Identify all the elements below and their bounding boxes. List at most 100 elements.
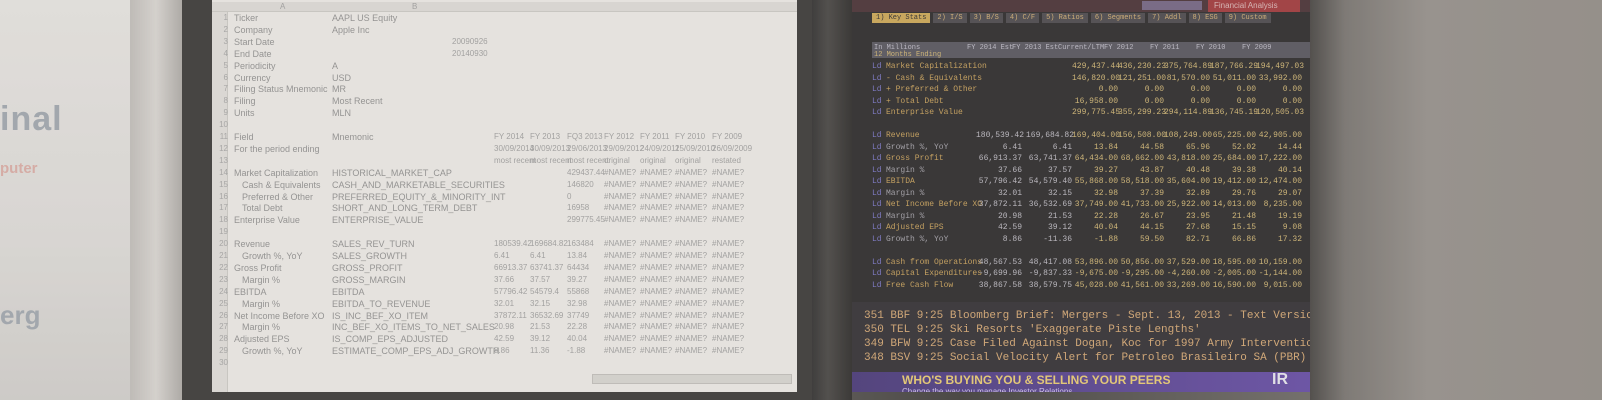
spreadsheet-row: 25 Margin % EBITDA_TO_REVENUE 32.01 32.15 32.…: [212, 299, 797, 309]
row-number: 16: [219, 191, 228, 201]
value-cell: 32.98: [567, 298, 588, 308]
spreadsheet-row: 2 Company Apple Inc: [212, 25, 797, 35]
row-value: 0.00: [1144, 85, 1164, 94]
row-value: 9.08: [1282, 223, 1302, 232]
field-label: Margin %: [242, 298, 281, 309]
row-prefix: Ld: [872, 257, 882, 267]
row-value: 169,684.82: [1026, 131, 1075, 140]
row-value: 40.48: [1185, 165, 1210, 175]
value-cell: -1.88: [567, 346, 586, 356]
row-number: 25: [219, 298, 228, 308]
row-value: 35,604.00: [1166, 177, 1210, 186]
value-cell: 54579.4: [530, 286, 559, 296]
value-cell: #NAME?: [640, 167, 673, 177]
tab-item: 4) C/F: [1005, 13, 1040, 23]
field-label: Margin %: [242, 322, 281, 333]
field-label: Gross Profit: [234, 262, 282, 273]
row-value: 40.14: [1277, 165, 1302, 175]
value-cell: #NAME?: [675, 322, 708, 332]
spreadsheet-row: 30: [212, 358, 797, 368]
mnemonic-cell: SHORT_AND_LONG_TERM_DEBT: [332, 203, 478, 214]
office-wall-signage: inal puter erg: [0, 0, 185, 400]
value-cell: #NAME?: [604, 274, 637, 284]
value-cell: FY 2013: [530, 132, 561, 141]
row-label: Capital Expenditures: [886, 269, 983, 278]
value-cell: #NAME?: [675, 346, 708, 356]
financial-row: Ld Gross Profit 66,913.37 63,741.37 64,434.0…: [872, 154, 1310, 163]
value-cell: #NAME?: [640, 203, 673, 213]
tab-item: 9) Custom: [1224, 13, 1271, 23]
financial-row: Ld + Total Debt 16,958.00 0.00 0.00 0.00 0.00: [872, 97, 1310, 106]
value-cell: 57796.42: [494, 286, 528, 296]
value-cell: #NAME?: [712, 179, 745, 189]
financial-row: [872, 120, 1310, 129]
bloomberg-table-header: In Millions FY 2014 Est FY 2013 Est Current…: [872, 42, 1310, 59]
row-value: 40.04: [1093, 223, 1118, 232]
value-cell: #NAME?: [640, 286, 673, 296]
row-label: Cash from Operations: [886, 257, 983, 267]
row-value: 13.84: [1093, 142, 1118, 152]
row-value: 37,529.00: [1166, 257, 1210, 267]
value-cell: #NAME?: [675, 167, 708, 177]
mnemonic-cell: Mnemonic: [332, 132, 374, 142]
row-value: -9,295.00: [1120, 269, 1164, 278]
bloomberg-top-bar: Financial Analysis: [852, 0, 1310, 12]
row-value: 42,905.00: [1258, 131, 1302, 140]
right-wall: [1310, 0, 1602, 400]
value-cell: 6.41: [494, 251, 510, 260]
row-value: 58,518.00: [1120, 177, 1164, 186]
mnemonic-cell: SALES_GROWTH: [332, 251, 408, 261]
value-cell: #NAME?: [675, 334, 708, 344]
row-value: 41,561.00: [1120, 280, 1164, 290]
row-prefix: Ld: [872, 211, 882, 221]
row-value: 25,922.00: [1166, 200, 1210, 209]
tab-item: 6) Segments: [1090, 13, 1146, 23]
row-value: 0.00: [1236, 96, 1256, 106]
value-cell: 11.36: [530, 346, 550, 356]
row-value: 27.68: [1185, 223, 1210, 232]
value-cell: #NAME?: [604, 322, 637, 332]
value-cell: #NAME?: [675, 239, 708, 249]
sign-berg-text: erg: [0, 300, 41, 330]
row-value: 33,269.00: [1166, 280, 1210, 290]
row-value: 6.41: [1052, 142, 1072, 152]
value-cell: #NAME?: [604, 310, 637, 320]
row-value: 68,662.00: [1120, 154, 1164, 163]
row-label: Margin %: [886, 188, 925, 198]
row-number: 8: [223, 96, 228, 106]
spreadsheet-row: 20 Revenue SALES_REV_TURN 180539.42 169684.8…: [212, 239, 797, 249]
field-label: Enterprise Value: [234, 215, 300, 226]
row-value: -4,260.00: [1166, 269, 1210, 278]
mnemonic-cell: CASH_AND_MARKETABLE_SECURITIES: [332, 179, 505, 190]
value-cell: original: [640, 155, 666, 165]
value-cell: #NAME?: [640, 215, 673, 225]
row-label: + Preferred & Other: [886, 85, 978, 94]
ad-subtext: Change the way you manage Investor Relat…: [902, 387, 1073, 392]
row-number: 27: [219, 322, 228, 332]
field-label: Field: [234, 132, 254, 142]
header-cell: FY 2012: [1104, 44, 1134, 52]
row-value: 48,417.08: [1028, 257, 1072, 267]
row-value: 32.01: [997, 188, 1022, 198]
row-value: 37.39: [1139, 188, 1164, 198]
row-value: 21.48: [1231, 211, 1256, 221]
row-value: 29.07: [1277, 188, 1302, 198]
value-cell: 20.98: [494, 322, 515, 332]
value-cell: #NAME?: [712, 322, 745, 332]
row-label: Gross Profit: [886, 154, 944, 163]
value-cell: 42.59: [494, 334, 515, 344]
row-prefix: Ld: [872, 188, 882, 198]
spreadsheet-row: 13 most recent most recent most recent origi…: [212, 156, 797, 166]
value-cell: most recent: [530, 155, 572, 165]
value-cell: 299775.45: [567, 215, 605, 225]
row-value: 436,230.23: [1118, 62, 1167, 71]
subheader-cell: 12 Months Ending: [874, 51, 942, 59]
value-cell: 146820: [567, 179, 594, 189]
spreadsheet-row: 15 Cash & Equivalents CASH_AND_MARKETABLE_…: [212, 180, 797, 190]
sign-terminal-text: inal: [0, 100, 63, 138]
value-cell: 20140930: [452, 48, 488, 58]
row-value: 8.86: [1002, 234, 1022, 244]
row-number: 28: [219, 334, 228, 344]
value-cell: #NAME?: [604, 179, 637, 189]
mnemonic-cell: SALES_REV_TURN: [332, 239, 415, 250]
